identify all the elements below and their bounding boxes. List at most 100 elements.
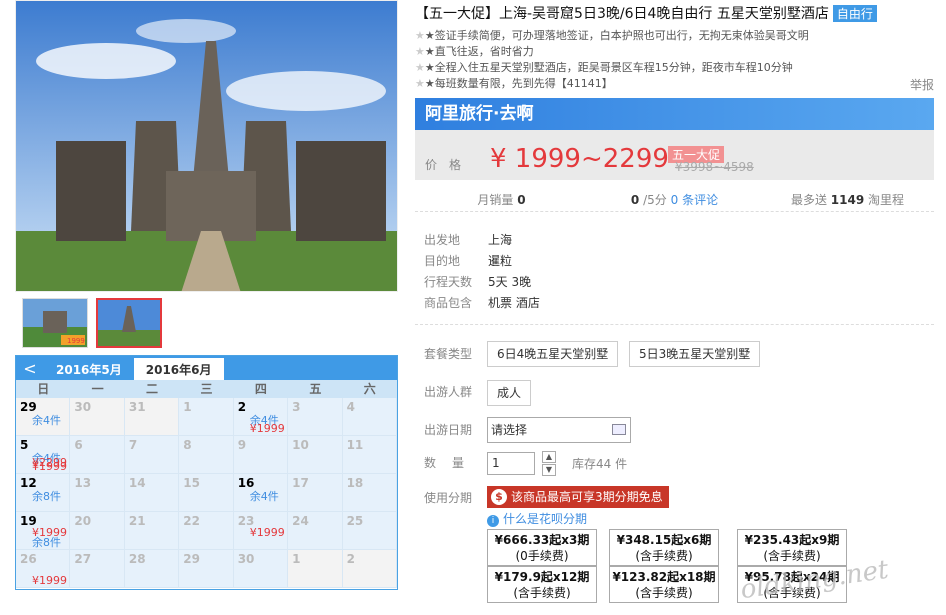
day-number: 18 [346,476,364,490]
stock-count: 库存44 件 [572,457,628,471]
day-number: 14 [128,476,146,490]
calendar-day[interactable]: 21 [124,512,180,550]
quantity-input[interactable]: 1 [487,452,535,475]
original-price: ¥3998~4598 [675,160,754,174]
calendar-day[interactable]: 20 [70,512,125,550]
day-number: 5 [20,438,29,452]
calendar-day[interactable]: 5 余4件 ¥1999 ¥2299 [16,436,71,474]
price-value: ¥ 1999~2299 [490,144,669,174]
calendar-day[interactable]: 31 [124,398,180,436]
day-number: 2 [346,552,355,566]
day-price: ¥1999 [249,526,285,539]
calendar-day[interactable]: 7 [124,436,180,474]
calendar-day[interactable]: 15 [179,474,234,512]
date-placeholder: 请选择 [491,423,528,437]
feature-text: ★每班数量有限，先到先得【41141】 [424,77,613,90]
calendar-day[interactable]: 27 [70,550,125,588]
calendar-day[interactable]: 24 [288,512,343,550]
day-number: 9 [237,438,247,452]
installment-option[interactable]: ¥348.15起x6期 (含手续费) [609,529,719,566]
calendar-day[interactable]: 30 [233,550,289,588]
day-number: 15 [183,476,200,490]
calendar-day[interactable]: 22 [179,512,234,550]
feature-text: ★直飞往返，省时省力 [424,45,534,58]
calendar-day[interactable]: 4 [342,398,397,436]
mileage-points: 最多送 1149 淘里程 [790,193,905,207]
weekday: 一 [91,382,104,396]
day-price: ¥2299 [32,456,67,469]
calendar-day[interactable]: 18 [342,474,397,512]
reviews-link[interactable]: 0 条评论 [671,193,718,207]
calendar-day[interactable]: 9 [233,436,289,474]
calendar-day[interactable]: 11 [342,436,397,474]
weekday: 五 [309,382,322,396]
title-text: 【五一大促】上海-吴哥窟5日3晚/6日4晚自由行 五星天堂别墅酒店 [415,6,829,22]
calendar-day[interactable]: 30 [70,398,125,436]
calendar-day[interactable]: 26 ¥1999 [16,550,71,588]
calendar-day[interactable]: 19 ¥1999 余8件 [16,512,71,550]
installment-option[interactable]: ¥666.33起x3期 (0手续费) [487,529,597,566]
report-link[interactable]: 举报 [910,76,934,93]
calendar-day[interactable]: 1 [288,550,343,588]
calendar-day[interactable]: 1 [179,398,234,436]
day-number: 24 [292,514,309,528]
thumbnail-2[interactable] [96,298,162,348]
calendar-day[interactable]: 28 [124,550,180,588]
calendar-day[interactable]: 2 [342,550,397,588]
date-calendar: < 2016年5月 2016年6月 日 一 二 三 四 五 六 29 余4件 30 3… [15,355,398,590]
info-row: 出发地 上海 [424,233,513,247]
day-price: ¥1999 [32,574,67,587]
calendar-day[interactable]: 8 [179,436,234,474]
calendar-day[interactable]: 6 [70,436,125,474]
day-number: 10 [292,438,309,452]
tab-june-2016[interactable]: 2016年6月 [133,358,224,380]
installment-promo: $ 该商品最高可享3期分期免息 [487,486,669,508]
day-number: 2 [237,400,247,414]
day-number: 26 [20,552,37,566]
installment-option[interactable]: ¥235.43起x9期 (含手续费) [737,529,847,566]
package-option-6d4n[interactable]: 6日4晚五星天堂别墅 [487,341,619,367]
calendar-day[interactable]: 2 余4件 ¥1999 [233,398,289,436]
day-number: 22 [183,514,200,528]
calendar-day[interactable]: 10 [288,436,343,474]
day-number: 21 [128,514,146,528]
day-number: 4 [346,400,355,414]
installment-option[interactable]: ¥123.82起x18期 (含手续费) [609,566,719,603]
feature-text: ★全程入住五星天堂别墅酒店，距吴哥景区车程15分钟，距夜市车程10分钟 [424,61,793,74]
calendar-icon[interactable] [612,424,626,435]
calendar-day[interactable]: 17 [288,474,343,512]
prev-month-button[interactable]: < [16,356,44,380]
huabei-icon: $ [491,489,507,505]
info-row: 商品包含 机票 酒店 [424,296,540,310]
calendar-day[interactable]: 16 余4件 [233,474,289,512]
tab-may-2016[interactable]: 2016年5月 [44,358,134,380]
info-row: 目的地 暹粒 [424,254,513,268]
info-icon: i [487,515,499,527]
calendar-day[interactable]: 13 [70,474,125,512]
calendar-day[interactable]: 25 [342,512,397,550]
day-stock: 余8件 [32,490,61,503]
main-product-image [15,0,398,292]
thumb-badge: 1999 [67,337,85,345]
day-number: 1 [183,400,192,414]
people-option-adult[interactable]: 成人 [487,380,532,406]
calendar-day[interactable]: 29 余4件 [16,398,71,436]
calendar-day[interactable]: 29 [179,550,234,588]
install-label: 使用分期 [424,491,473,505]
travel-date-select[interactable]: 请选择 [487,417,631,443]
day-price: ¥1999 [249,422,285,435]
calendar-day[interactable]: 12 余8件 [16,474,71,512]
feature-line: ★★直飞往返，省时省力 [415,45,534,58]
calendar-day[interactable]: 3 [288,398,343,436]
thumbnail-1[interactable]: 1999 [22,298,88,348]
package-option-5d3n[interactable]: 5日3晚五星天堂别墅 [629,341,761,367]
qty-up-button[interactable]: ▲ [542,451,556,463]
qty-down-button[interactable]: ▼ [542,464,556,476]
calendar-day[interactable]: 23 ¥1999 [233,512,289,550]
calendar-day[interactable]: 14 [124,474,180,512]
rating: 0 /5分 0 条评论 [630,193,719,207]
monthly-sales: 月销量 0 [477,193,526,207]
installment-option[interactable]: ¥179.9起x12期 (含手续费) [487,566,597,603]
what-is-huabei-link[interactable]: i 什么是花呗分期 [487,510,587,527]
info-row: 行程天数 5天 3晚 [424,275,532,289]
